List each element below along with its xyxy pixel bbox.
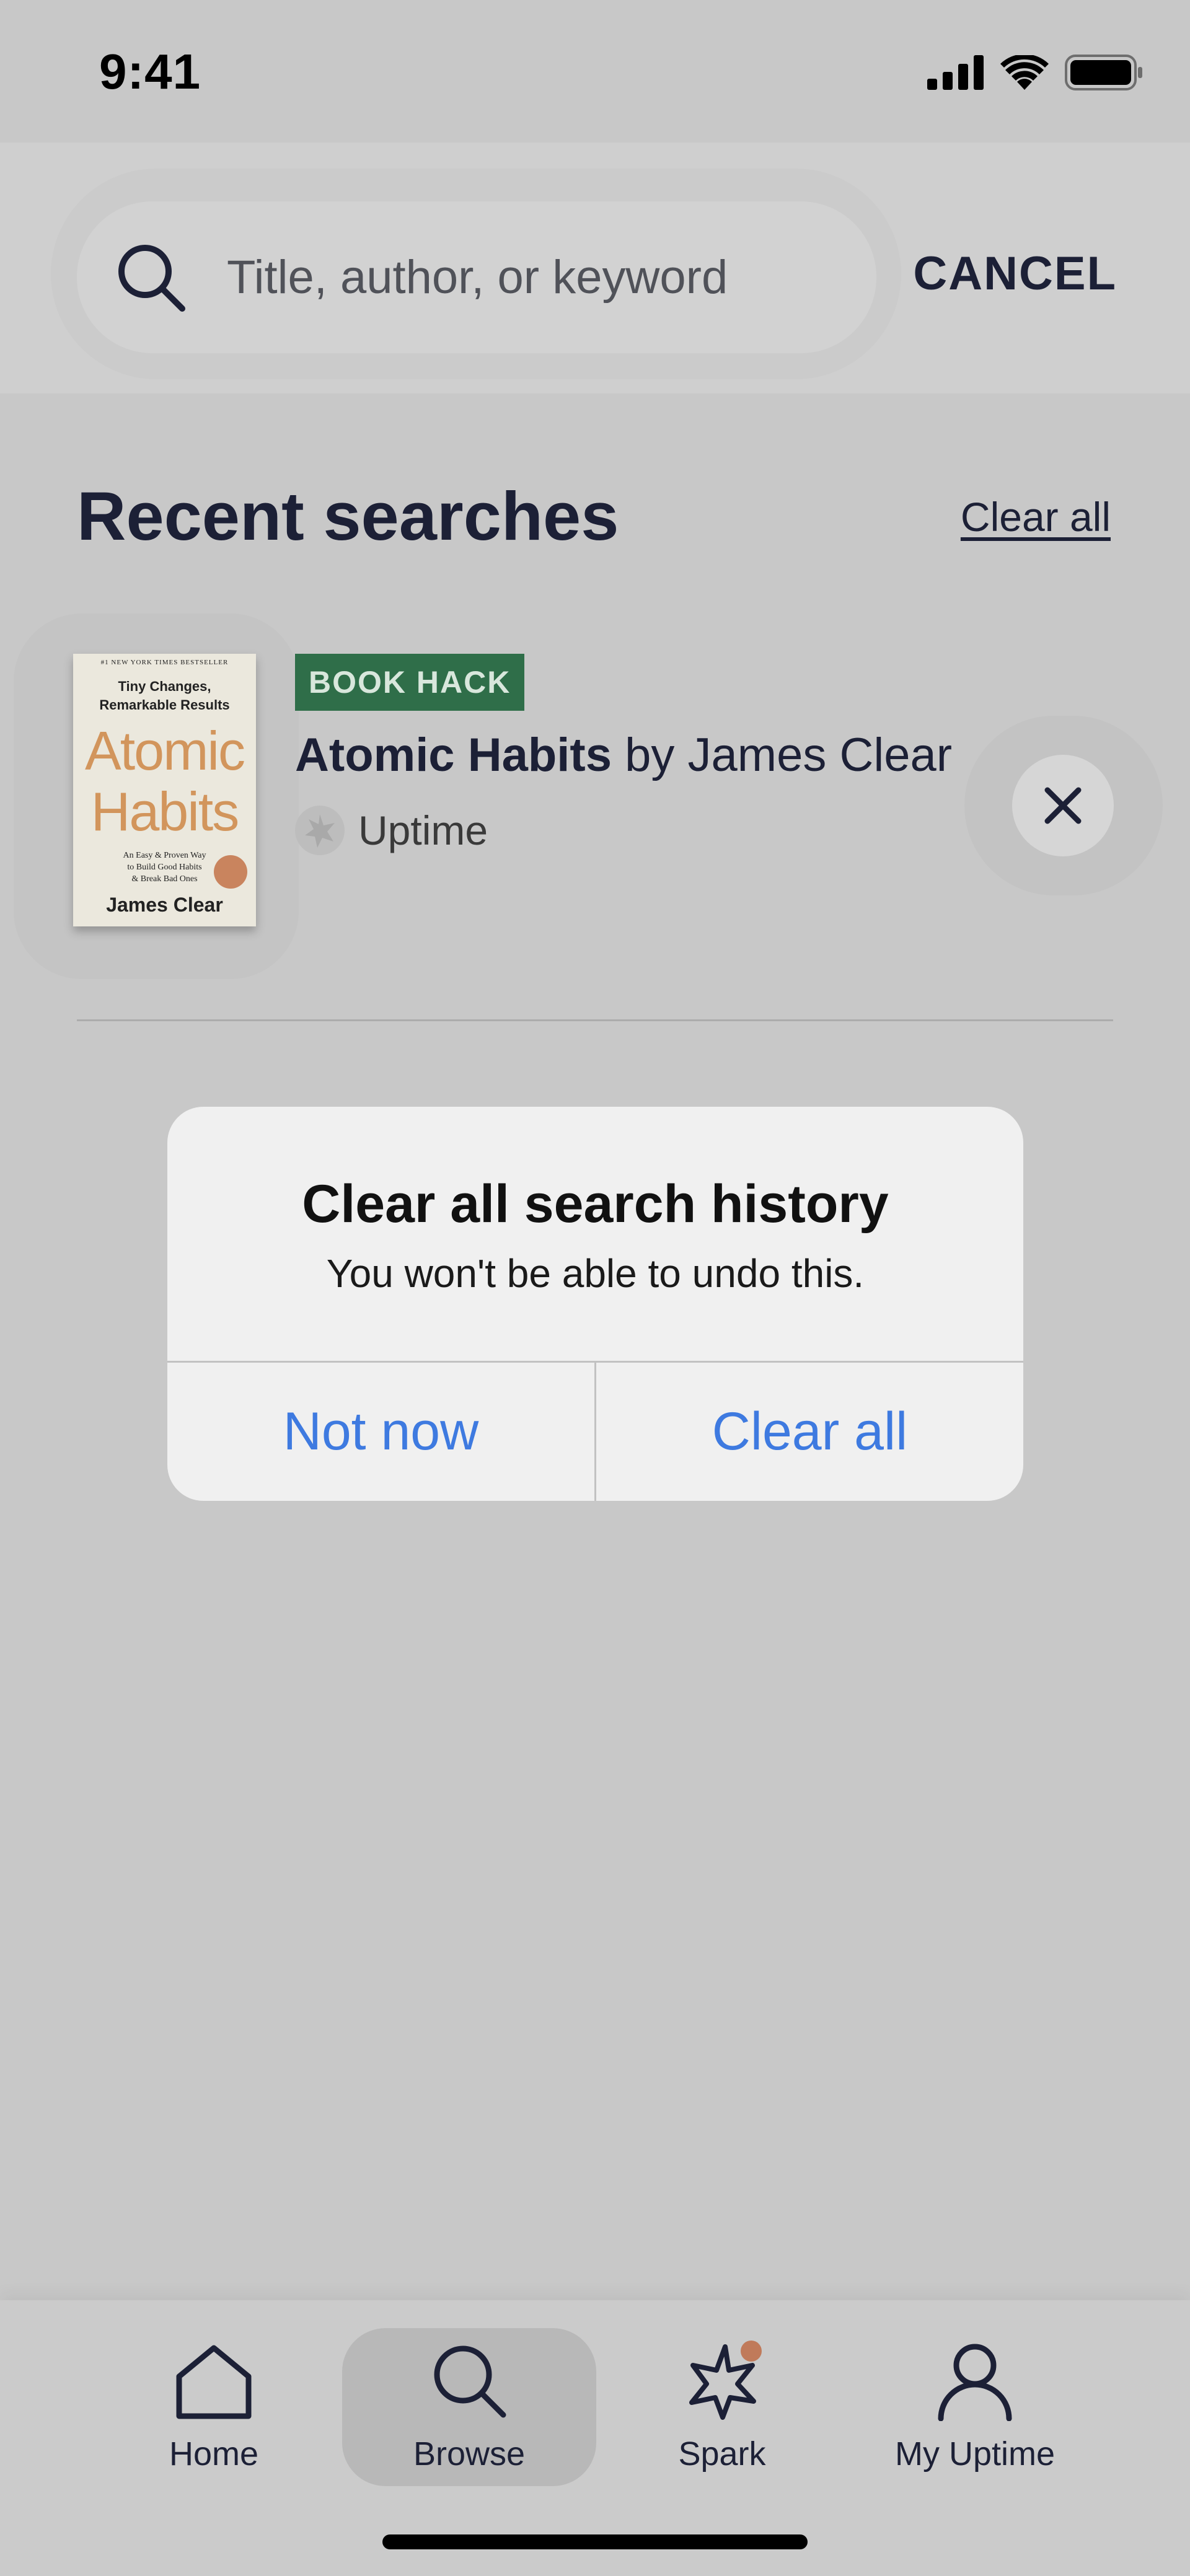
book-by: by: [625, 729, 675, 781]
cover-title-line-2: Habits: [90, 781, 239, 842]
tab-browse-label: Browse: [413, 2435, 526, 2473]
tab-home-label: Home: [169, 2435, 259, 2473]
status-icons: [927, 55, 1143, 90]
search-icon: [118, 244, 185, 312]
recent-searches-title: Recent searches: [77, 478, 619, 555]
status-bar: 9:41: [0, 0, 1190, 143]
confirm-clear-all-button[interactable]: Clear all: [596, 1363, 1023, 1501]
dialog-message: You won't be able to undo this.: [326, 1251, 865, 1296]
clear-history-dialog: Clear all search history You won't be ab…: [167, 1107, 1023, 1501]
cover-subtitle-line-2: Remarkable Results: [99, 697, 230, 713]
tab-home[interactable]: Home: [87, 2328, 341, 2486]
cancel-button[interactable]: CANCEL: [913, 247, 1117, 301]
cover-title: Atomic Habits: [73, 721, 256, 842]
search-box[interactable]: [77, 201, 876, 353]
source-name: Uptime: [358, 807, 488, 853]
person-icon: [938, 2344, 1012, 2421]
spark-notification-dot: [741, 2341, 762, 2362]
search-icon: [434, 2345, 506, 2418]
tab-my-uptime-label: My Uptime: [894, 2435, 1056, 2473]
book-title: Atomic Habits: [295, 729, 612, 781]
book-title-line: Atomic Habits by James Clear: [295, 728, 952, 782]
search-input[interactable]: [227, 243, 816, 312]
cover-author: James Clear: [106, 894, 223, 916]
tab-my-uptime[interactable]: My Uptime: [848, 2328, 1102, 2486]
not-now-button[interactable]: Not now: [167, 1363, 594, 1501]
cover-top-line: #1 NEW YORK TIMES BESTSELLER: [100, 659, 229, 666]
dialog-title: Clear all search history: [302, 1174, 889, 1234]
book-author: James Clear: [687, 729, 953, 781]
book-cover: #1 NEW YORK TIMES BESTSELLER Tiny Change…: [73, 654, 256, 926]
divider: [77, 1019, 1113, 1021]
close-icon: [1044, 787, 1082, 824]
home-icon: [176, 2345, 252, 2419]
home-indicator: [382, 2534, 808, 2549]
cover-seal: [214, 855, 247, 889]
recent-search-item[interactable]: #1 NEW YORK TIMES BESTSELLER Tiny Change…: [0, 613, 1190, 979]
cover-title-line-1: Atomic: [85, 720, 245, 781]
cellular-signal-icon: [927, 55, 984, 90]
tab-browse[interactable]: Browse: [342, 2328, 596, 2486]
status-time: 9:41: [99, 44, 201, 99]
tab-spark[interactable]: Spark: [595, 2328, 849, 2486]
remove-search-button[interactable]: [1012, 755, 1114, 856]
uptime-logo-icon: [295, 806, 345, 855]
source-row: Uptime: [295, 806, 488, 855]
tab-spark-label: Spark: [678, 2435, 766, 2473]
cover-subtitle-line-1: Tiny Changes,: [118, 679, 211, 694]
wifi-icon: [1000, 55, 1049, 90]
book-hack-badge: BOOK HACK: [295, 654, 525, 711]
search-header: CANCEL: [0, 143, 1190, 393]
cover-subtitle: Tiny Changes, Remarkable Results: [73, 677, 256, 714]
clear-all-link[interactable]: Clear all: [961, 493, 1111, 540]
battery-icon: [1065, 55, 1142, 90]
